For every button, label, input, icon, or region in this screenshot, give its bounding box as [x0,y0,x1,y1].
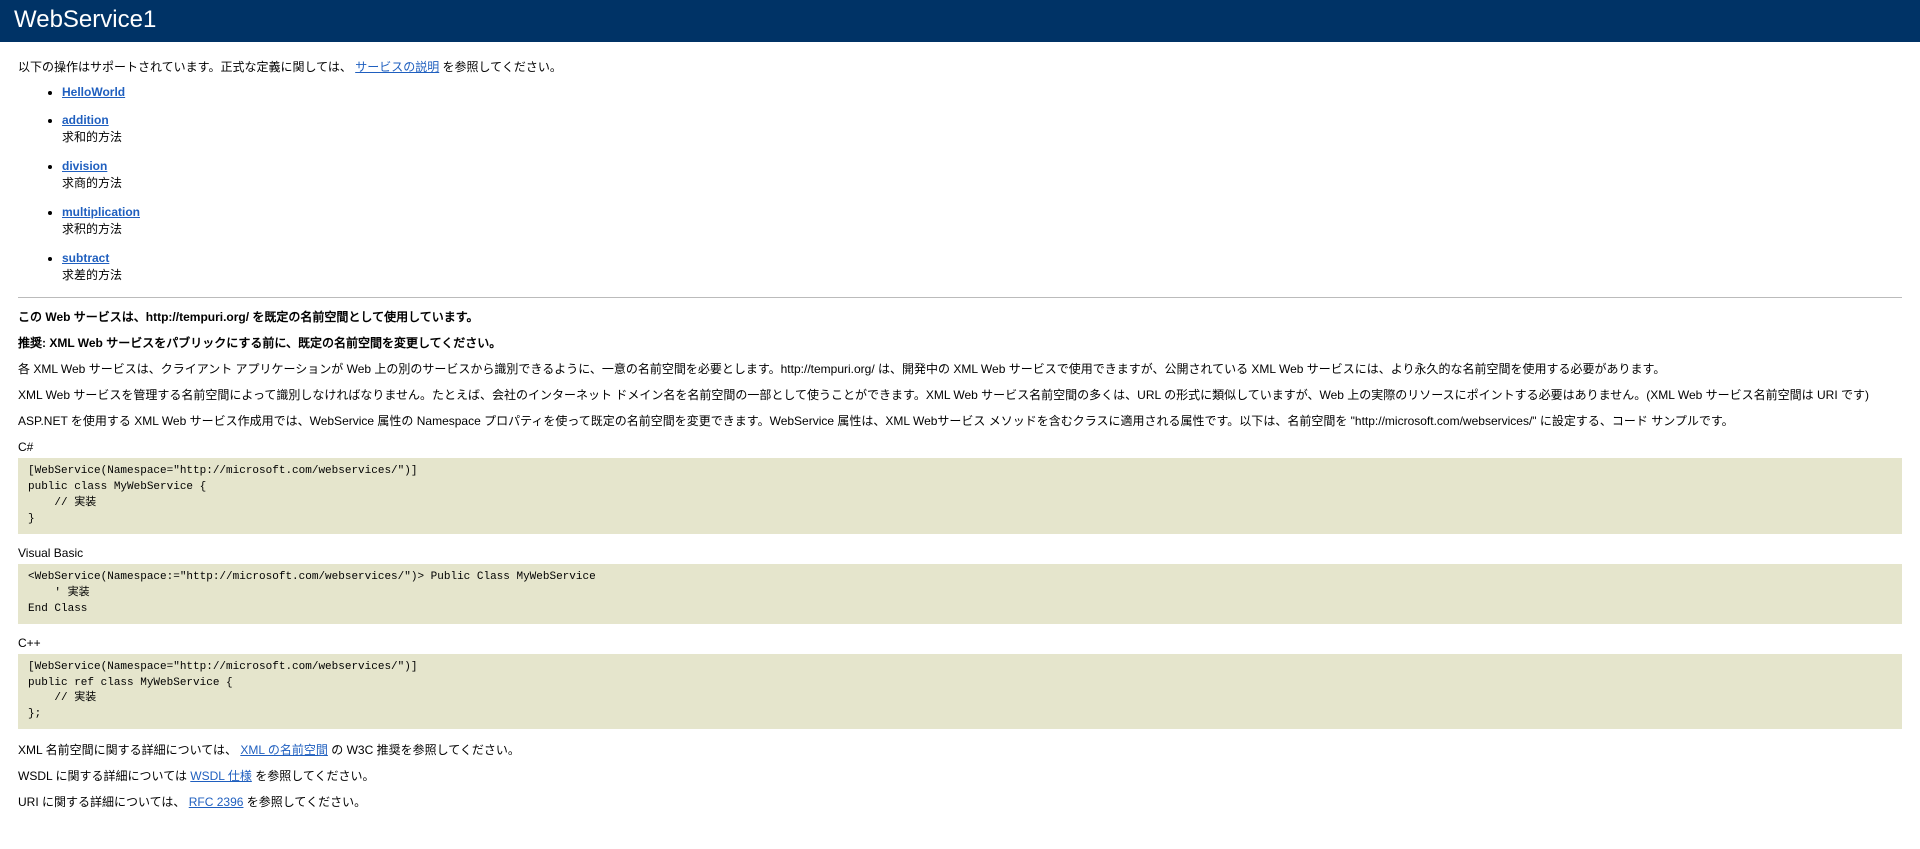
footer-xml-prefix: XML 名前空間に関する詳細については、 [18,743,237,757]
footer-xml-namespaces: XML 名前空間に関する詳細については、 XML の名前空間 の W3C 推奨を… [18,741,1902,759]
operation-desc: 求差的方法 [62,266,1902,283]
list-item: multiplication 求积的方法 [62,205,1902,237]
namespace-recommendation: 推奨: XML Web サービスをパブリックにする前に、既定の名前空間を変更して… [18,334,1902,352]
code-label-cpp: C++ [18,636,1902,650]
operation-link-multiplication[interactable]: multiplication [62,205,140,219]
operation-link-helloworld[interactable]: HelloWorld [62,85,125,99]
code-block-vb: <WebService(Namespace:="http://microsoft… [18,564,1902,624]
divider [18,297,1902,298]
intro-text-suffix: を参照してください。 [443,60,562,74]
footer-wsdl-suffix: を参照してください。 [255,769,374,783]
footer-wsdl: WSDL に関する詳細については WSDL 仕様 を参照してください。 [18,767,1902,785]
namespace-explain-1: 各 XML Web サービスは、クライアント アプリケーションが Web 上の別… [18,360,1902,378]
operation-desc: 求和的方法 [62,128,1902,145]
operation-link-division[interactable]: division [62,159,107,173]
service-description-link[interactable]: サービスの説明 [355,60,439,74]
list-item: subtract 求差的方法 [62,251,1902,283]
list-item: HelloWorld [62,85,1902,99]
namespace-notice: この Web サービスは、http://tempuri.org/ を既定の名前空… [18,308,1902,326]
wsdl-spec-link[interactable]: WSDL 仕様 [190,769,252,783]
page-header: WebService1 [0,0,1920,42]
footer-uri-prefix: URI に関する詳細については、 [18,795,185,809]
operation-desc: 求商的方法 [62,174,1902,191]
code-label-vb: Visual Basic [18,546,1902,560]
list-item: division 求商的方法 [62,159,1902,191]
intro-text-prefix: 以下の操作はサポートされています。正式な定義に関しては、 [18,60,352,74]
footer-uri: URI に関する詳細については、 RFC 2396 を参照してください。 [18,793,1902,811]
page-content: 以下の操作はサポートされています。正式な定義に関しては、 サービスの説明 を参照… [0,42,1920,849]
footer-wsdl-prefix: WSDL に関する詳細については [18,769,190,783]
operations-list: HelloWorld addition 求和的方法 division 求商的方法… [62,85,1902,283]
intro-paragraph: 以下の操作はサポートされています。正式な定義に関しては、 サービスの説明 を参照… [18,58,1902,75]
operation-link-addition[interactable]: addition [62,113,109,127]
code-block-csharp: [WebService(Namespace="http://microsoft.… [18,458,1902,534]
rfc2396-link[interactable]: RFC 2396 [189,795,244,809]
footer-xml-suffix: の W3C 推奨を参照してください。 [331,743,520,757]
list-item: addition 求和的方法 [62,113,1902,145]
footer-uri-suffix: を参照してください。 [247,795,366,809]
code-label-csharp: C# [18,440,1902,454]
namespace-explain-3: ASP.NET を使用する XML Web サービス作成用では、WebServi… [18,412,1902,430]
page-title: WebService1 [14,6,156,33]
xml-namespaces-link[interactable]: XML の名前空間 [240,743,328,757]
code-block-cpp: [WebService(Namespace="http://microsoft.… [18,654,1902,730]
namespace-explain-2: XML Web サービスを管理する名前空間によって識別しなければなりません。たと… [18,386,1902,404]
operation-link-subtract[interactable]: subtract [62,251,109,265]
operation-desc: 求积的方法 [62,220,1902,237]
